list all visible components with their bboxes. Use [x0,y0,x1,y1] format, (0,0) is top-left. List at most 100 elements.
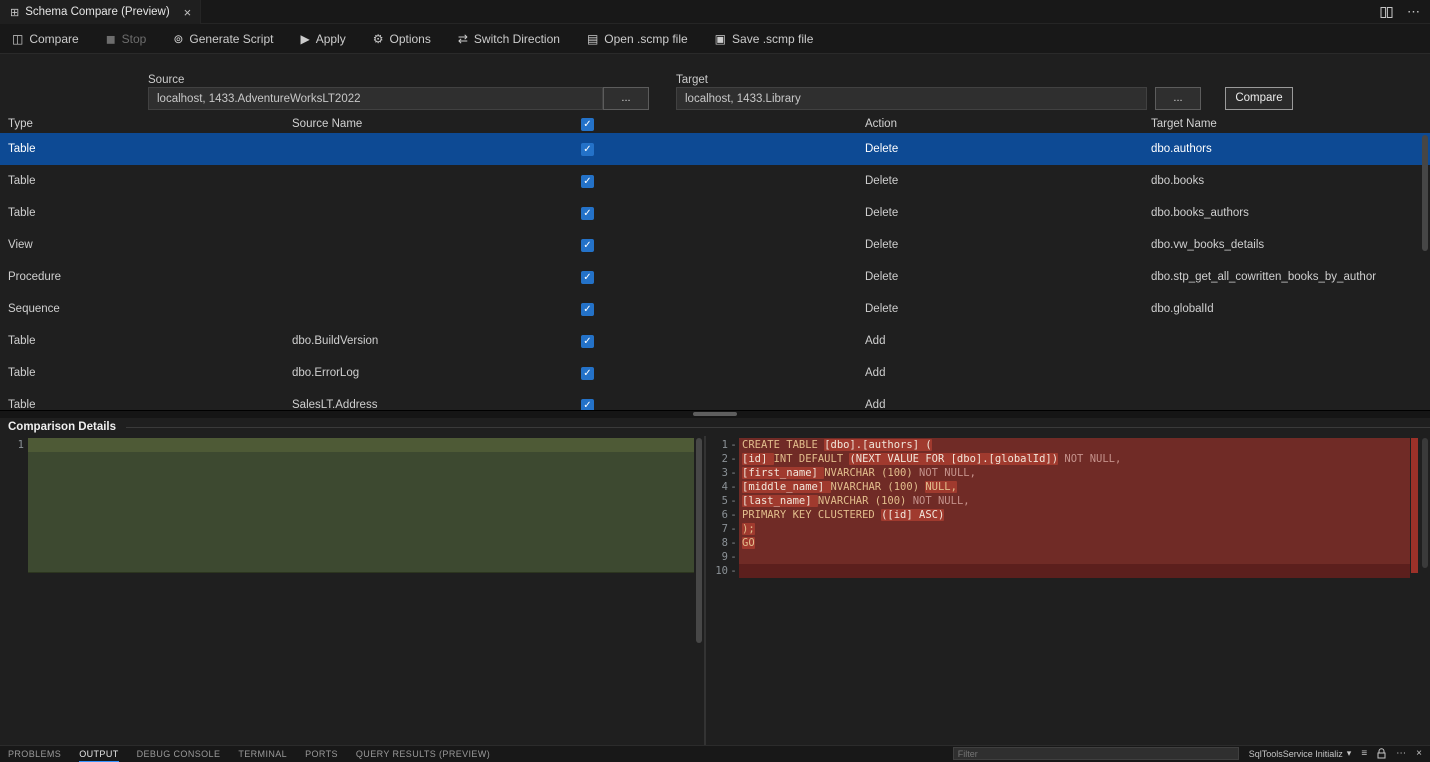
table-row[interactable]: Tabledbo.ErrorLog✓Add [0,357,1430,389]
compare-action-button[interactable]: Compare [1225,87,1293,110]
diff-line-content: [first_name] NVARCHAR (100) NOT NULL, [739,466,1410,480]
row-type: Procedure [0,271,284,283]
source-browse-button[interactable]: ... [603,87,649,110]
toolbar-button-label: Generate Script [189,32,273,46]
close-panel-icon[interactable]: × [1416,749,1422,759]
row-checkbox-cell: ✓ [581,175,857,188]
apply-button[interactable]: ▶Apply [300,32,345,46]
diff-line-content [739,564,1410,578]
panel-tab-debug-console[interactable]: DEBUG CONSOLE [137,749,221,759]
switch-direction-button[interactable]: ⇄Switch Direction [458,32,560,46]
sash-handle[interactable] [693,412,737,416]
source-input[interactable] [148,87,603,110]
panel-actions: SqlToolsService Initializ ▾ ≡ ⋯ × [953,747,1422,760]
row-action: Delete [857,303,1143,315]
diff-left-scrollbar[interactable] [694,436,704,745]
column-action: Action [857,118,1143,130]
output-channel-dropdown[interactable]: SqlToolsService Initializ ▾ [1249,748,1352,759]
column-target-name: Target Name [1143,118,1430,130]
include-checkbox[interactable]: ✓ [581,399,594,411]
row-checkbox-cell: ✓ [581,367,857,380]
row-source-name: SalesLT.Address [284,399,581,410]
row-action: Delete [857,175,1143,187]
table-row[interactable]: TableSalesLT.Address✓Add [0,389,1430,410]
diff-line-content: ); [739,522,1410,536]
row-checkbox-cell: ✓ [581,399,857,411]
target-browse-button[interactable]: ... [1155,87,1201,110]
diff-line: 10- [706,564,1430,578]
diff-line-content [739,550,1410,564]
diff-line-content: [id] INT DEFAULT (NEXT VALUE FOR [dbo].[… [739,452,1410,466]
row-checkbox-cell: ✓ [581,239,857,252]
line-number: 1 [0,438,24,452]
row-checkbox-cell: ✓ [581,207,857,220]
table-row[interactable]: Tabledbo.BuildVersion✓Add [0,325,1430,357]
switch-direction-icon: ⇄ [458,32,468,46]
generate-script-button[interactable]: ⊚ Generate Script [173,32,273,46]
table-row[interactable]: Sequence✓Deletedbo.globalId [0,293,1430,325]
diff-line: 4-[middle_name] NVARCHAR (100) NULL, [706,480,1430,494]
scrollbar-thumb[interactable] [696,438,702,643]
row-type: Table [0,399,284,410]
diff-delete-marker: - [728,438,739,452]
output-filter-input[interactable] [953,747,1239,760]
panel-tab-query-results-preview[interactable]: QUERY RESULTS (PREVIEW) [356,749,490,759]
include-checkbox[interactable]: ✓ [581,335,594,348]
include-checkbox[interactable]: ✓ [581,239,594,252]
line-number: 4 [706,480,728,494]
panel-tab-ports[interactable]: PORTS [305,749,338,759]
diff-line-content: PRIMARY KEY CLUSTERED ([id] ASC) [739,508,1410,522]
table-row[interactable]: Table✓Deletedbo.books [0,165,1430,197]
close-tab-icon[interactable]: × [184,5,192,20]
more-actions-icon[interactable]: ⋯ [1407,4,1420,20]
panel-bar: PROBLEMS OUTPUT DEBUG CONSOLE TERMINAL PORTS… [0,745,1430,762]
include-checkbox[interactable]: ✓ [581,175,594,188]
split-sash[interactable] [0,410,1430,418]
panel-tab-problems[interactable]: PROBLEMS [8,749,61,759]
table-row[interactable]: Procedure✓Deletedbo.stp_get_all_cowritte… [0,261,1430,293]
tab-schema-compare[interactable]: ⊞ Schema Compare (Preview) × [0,0,201,24]
include-checkbox[interactable]: ✓ [581,143,594,156]
toolbar-button-label: Apply [316,32,346,46]
diff-target-pane[interactable]: 1-CREATE TABLE [dbo].[authors] (2-[id] I… [706,436,1430,745]
panel-tab-output[interactable]: OUTPUT [79,749,118,759]
diff-delete-marker: - [728,508,739,522]
row-type: Table [0,207,284,219]
include-checkbox[interactable]: ✓ [581,367,594,380]
lock-icon[interactable] [1377,748,1386,759]
table-row[interactable]: View✓Deletedbo.vw_books_details [0,229,1430,261]
row-type: Table [0,175,284,187]
diff-line: 8-GO [706,536,1430,550]
word-wrap-icon[interactable]: ≡ [1361,749,1367,759]
diff-right-scrollbar[interactable] [1422,438,1428,568]
diff-delete-marker: - [728,452,739,466]
more-icon[interactable]: ⋯ [1396,749,1406,759]
panel-tab-terminal[interactable]: TERMINAL [238,749,287,759]
line-number: 10 [706,564,728,578]
table-row[interactable]: Table✓Deletedbo.authors [0,133,1430,165]
diff-line-content: CREATE TABLE [dbo].[authors] ( [739,438,1410,452]
split-editor-icon[interactable] [1380,6,1393,19]
diff-right-lines: 1-CREATE TABLE [dbo].[authors] (2-[id] I… [706,438,1430,578]
row-checkbox-cell: ✓ [581,143,857,156]
compare-button[interactable]: ◫Compare [12,32,79,46]
options-button[interactable]: ⚙Options [373,32,431,46]
schema-compare-icon: ⊞ [10,6,19,19]
table-row[interactable]: Table✓Deletedbo.books_authors [0,197,1430,229]
diff-left-gutter: 1 [0,438,24,745]
select-all-checkbox[interactable]: ✓ [581,118,594,131]
open-scmp-button[interactable]: ▤Open .scmp file [587,32,688,46]
save-scmp-button[interactable]: ▣Save .scmp file [715,32,814,46]
diff-delete-marker: - [728,564,739,578]
generate-script-icon: ⊚ [173,32,183,46]
row-target-name: dbo.books_authors [1143,207,1430,219]
target-input[interactable] [676,87,1147,110]
results-scrollbar[interactable] [1422,135,1428,251]
diff-source-pane[interactable]: 1 [0,436,694,745]
diff-delete-marker: - [728,494,739,508]
include-checkbox[interactable]: ✓ [581,271,594,284]
include-checkbox[interactable]: ✓ [581,303,594,316]
panel-tabs: PROBLEMS OUTPUT DEBUG CONSOLE TERMINAL PORTS… [8,749,490,759]
include-checkbox[interactable]: ✓ [581,207,594,220]
toolbar-button-label: Save .scmp file [732,32,813,46]
